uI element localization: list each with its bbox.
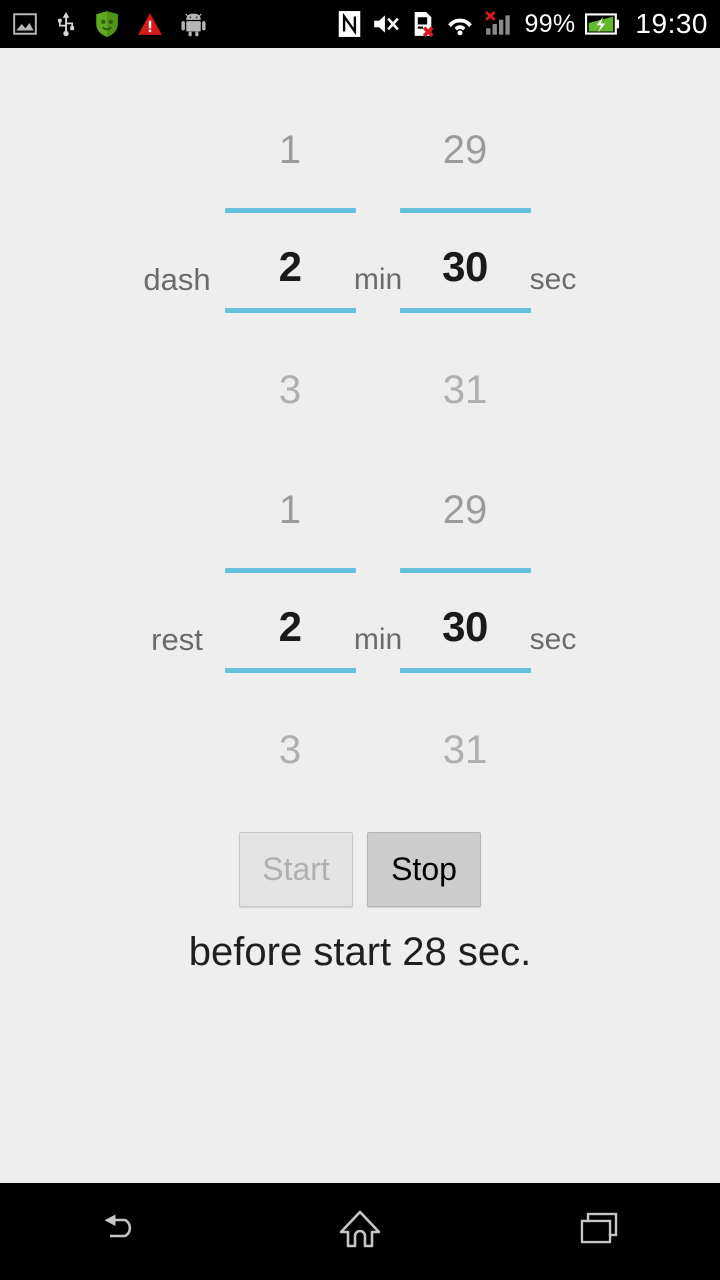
dash-minutes-next-value[interactable]: 3 <box>214 368 366 413</box>
warning-icon <box>137 12 163 36</box>
rest-minutes-next-value[interactable]: 3 <box>214 728 366 773</box>
picker-row: dash 1 2 3 min 29 30 31 sec <box>0 110 720 413</box>
nfc-icon <box>337 10 362 38</box>
picker-divider-top <box>400 208 531 213</box>
picker-divider-bottom <box>225 308 356 313</box>
status-bar: 99% 19:30 <box>0 0 720 48</box>
status-bar-left-icons <box>12 10 207 38</box>
picker-divider-bottom <box>225 668 356 673</box>
usb-icon <box>55 11 77 38</box>
dash-seconds-next-value[interactable]: 31 <box>389 368 541 413</box>
home-button[interactable] <box>300 1183 420 1280</box>
mute-icon <box>372 11 400 37</box>
android-icon <box>180 11 207 37</box>
shield-icon <box>94 10 120 38</box>
picker-row: rest 1 2 3 min 29 30 31 sec <box>0 470 720 773</box>
picker-divider-top <box>225 568 356 573</box>
status-bar-clock: 19:30 <box>635 8 708 39</box>
dash-minutes-previous-value[interactable]: 1 <box>214 128 366 173</box>
recents-button[interactable] <box>540 1183 660 1280</box>
timer-status-text: before start 28 sec. <box>188 930 532 974</box>
picker-divider-top <box>225 208 356 213</box>
rest-seconds-next-value[interactable]: 31 <box>389 728 541 773</box>
dash-seconds-unit-label: sec <box>529 263 577 296</box>
rest-minutes-previous-value[interactable]: 1 <box>214 488 366 533</box>
image-icon <box>12 11 38 37</box>
picker-divider-bottom <box>400 668 531 673</box>
battery-percent-label: 99% <box>524 9 576 38</box>
status-bar-right-icons: 99% 19:30 <box>337 8 708 40</box>
home-icon <box>337 1208 383 1255</box>
cellular-signal-off-icon <box>484 11 514 37</box>
sim-error-icon <box>410 11 436 38</box>
picker-divider-top <box>400 568 531 573</box>
app-content: dash 1 2 3 min 29 30 31 sec rest 1 2 3 m… <box>0 48 720 1183</box>
back-icon <box>96 1209 144 1254</box>
system-navigation-bar <box>0 1183 720 1280</box>
dash-picker-group: dash 1 2 3 min 29 30 31 sec <box>0 110 720 413</box>
dash-seconds-previous-value[interactable]: 29 <box>389 128 541 173</box>
stop-button[interactable]: Stop <box>367 832 481 907</box>
start-button[interactable]: Start <box>239 832 353 907</box>
rest-picker-group: rest 1 2 3 min 29 30 31 sec <box>0 470 720 773</box>
control-button-row: Start Stop <box>0 832 720 907</box>
rest-seconds-previous-value[interactable]: 29 <box>389 488 541 533</box>
battery-charging-icon <box>585 12 620 36</box>
back-button[interactable] <box>60 1183 180 1280</box>
rest-seconds-unit-label: sec <box>529 623 577 656</box>
wifi-icon <box>446 12 474 36</box>
recents-icon <box>577 1209 623 1254</box>
picker-divider-bottom <box>400 308 531 313</box>
